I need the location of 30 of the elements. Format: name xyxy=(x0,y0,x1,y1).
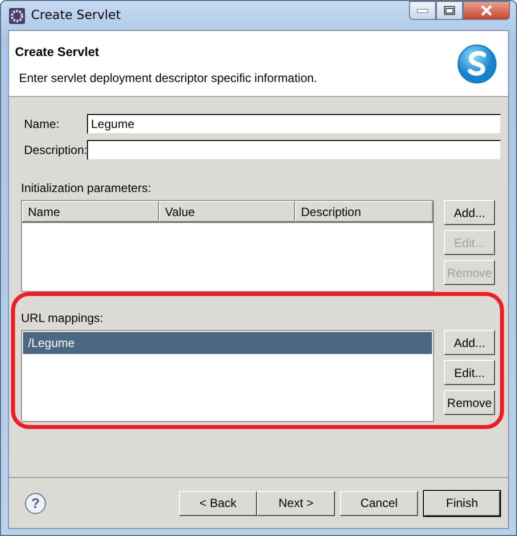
dialog-button[interactable]: Next > xyxy=(257,490,335,516)
action-button[interactable]: Edit... xyxy=(444,360,495,385)
list-item[interactable]: /Legume xyxy=(23,332,432,354)
column-header[interactable]: Description xyxy=(295,201,433,222)
dialog-button[interactable]: < Back xyxy=(179,490,257,516)
maximize-button[interactable] xyxy=(436,1,463,20)
maximize-icon xyxy=(444,6,455,15)
close-button[interactable] xyxy=(463,1,510,20)
text-field[interactable] xyxy=(87,140,501,160)
section-label: URL mappings: xyxy=(21,311,104,325)
action-button[interactable]: Remove xyxy=(444,390,495,415)
column-header[interactable]: Name xyxy=(22,201,159,222)
servlet-logo-icon xyxy=(456,43,498,85)
minimize-icon xyxy=(417,8,428,12)
text-field[interactable]: Legume xyxy=(87,114,501,134)
column-header[interactable]: Value xyxy=(159,201,295,222)
action-button[interactable]: Add... xyxy=(444,200,495,225)
action-button[interactable]: Add... xyxy=(444,330,495,355)
window-title: Create Servlet xyxy=(31,6,121,24)
app-icon xyxy=(9,8,25,24)
dialog-button[interactable]: Cancel xyxy=(340,490,418,516)
field-label: Description: xyxy=(23,142,87,159)
close-icon xyxy=(480,5,493,16)
help-button[interactable]: ? xyxy=(25,492,46,514)
page-description: Enter servlet deployment descriptor specific information. xyxy=(19,70,318,87)
dialog-button[interactable]: Finish xyxy=(424,490,500,516)
section-label: Initialization parameters: xyxy=(21,181,152,195)
field-label: Name: xyxy=(23,116,60,133)
minimize-button[interactable] xyxy=(409,1,436,20)
page-title: Create Servlet xyxy=(15,44,100,61)
